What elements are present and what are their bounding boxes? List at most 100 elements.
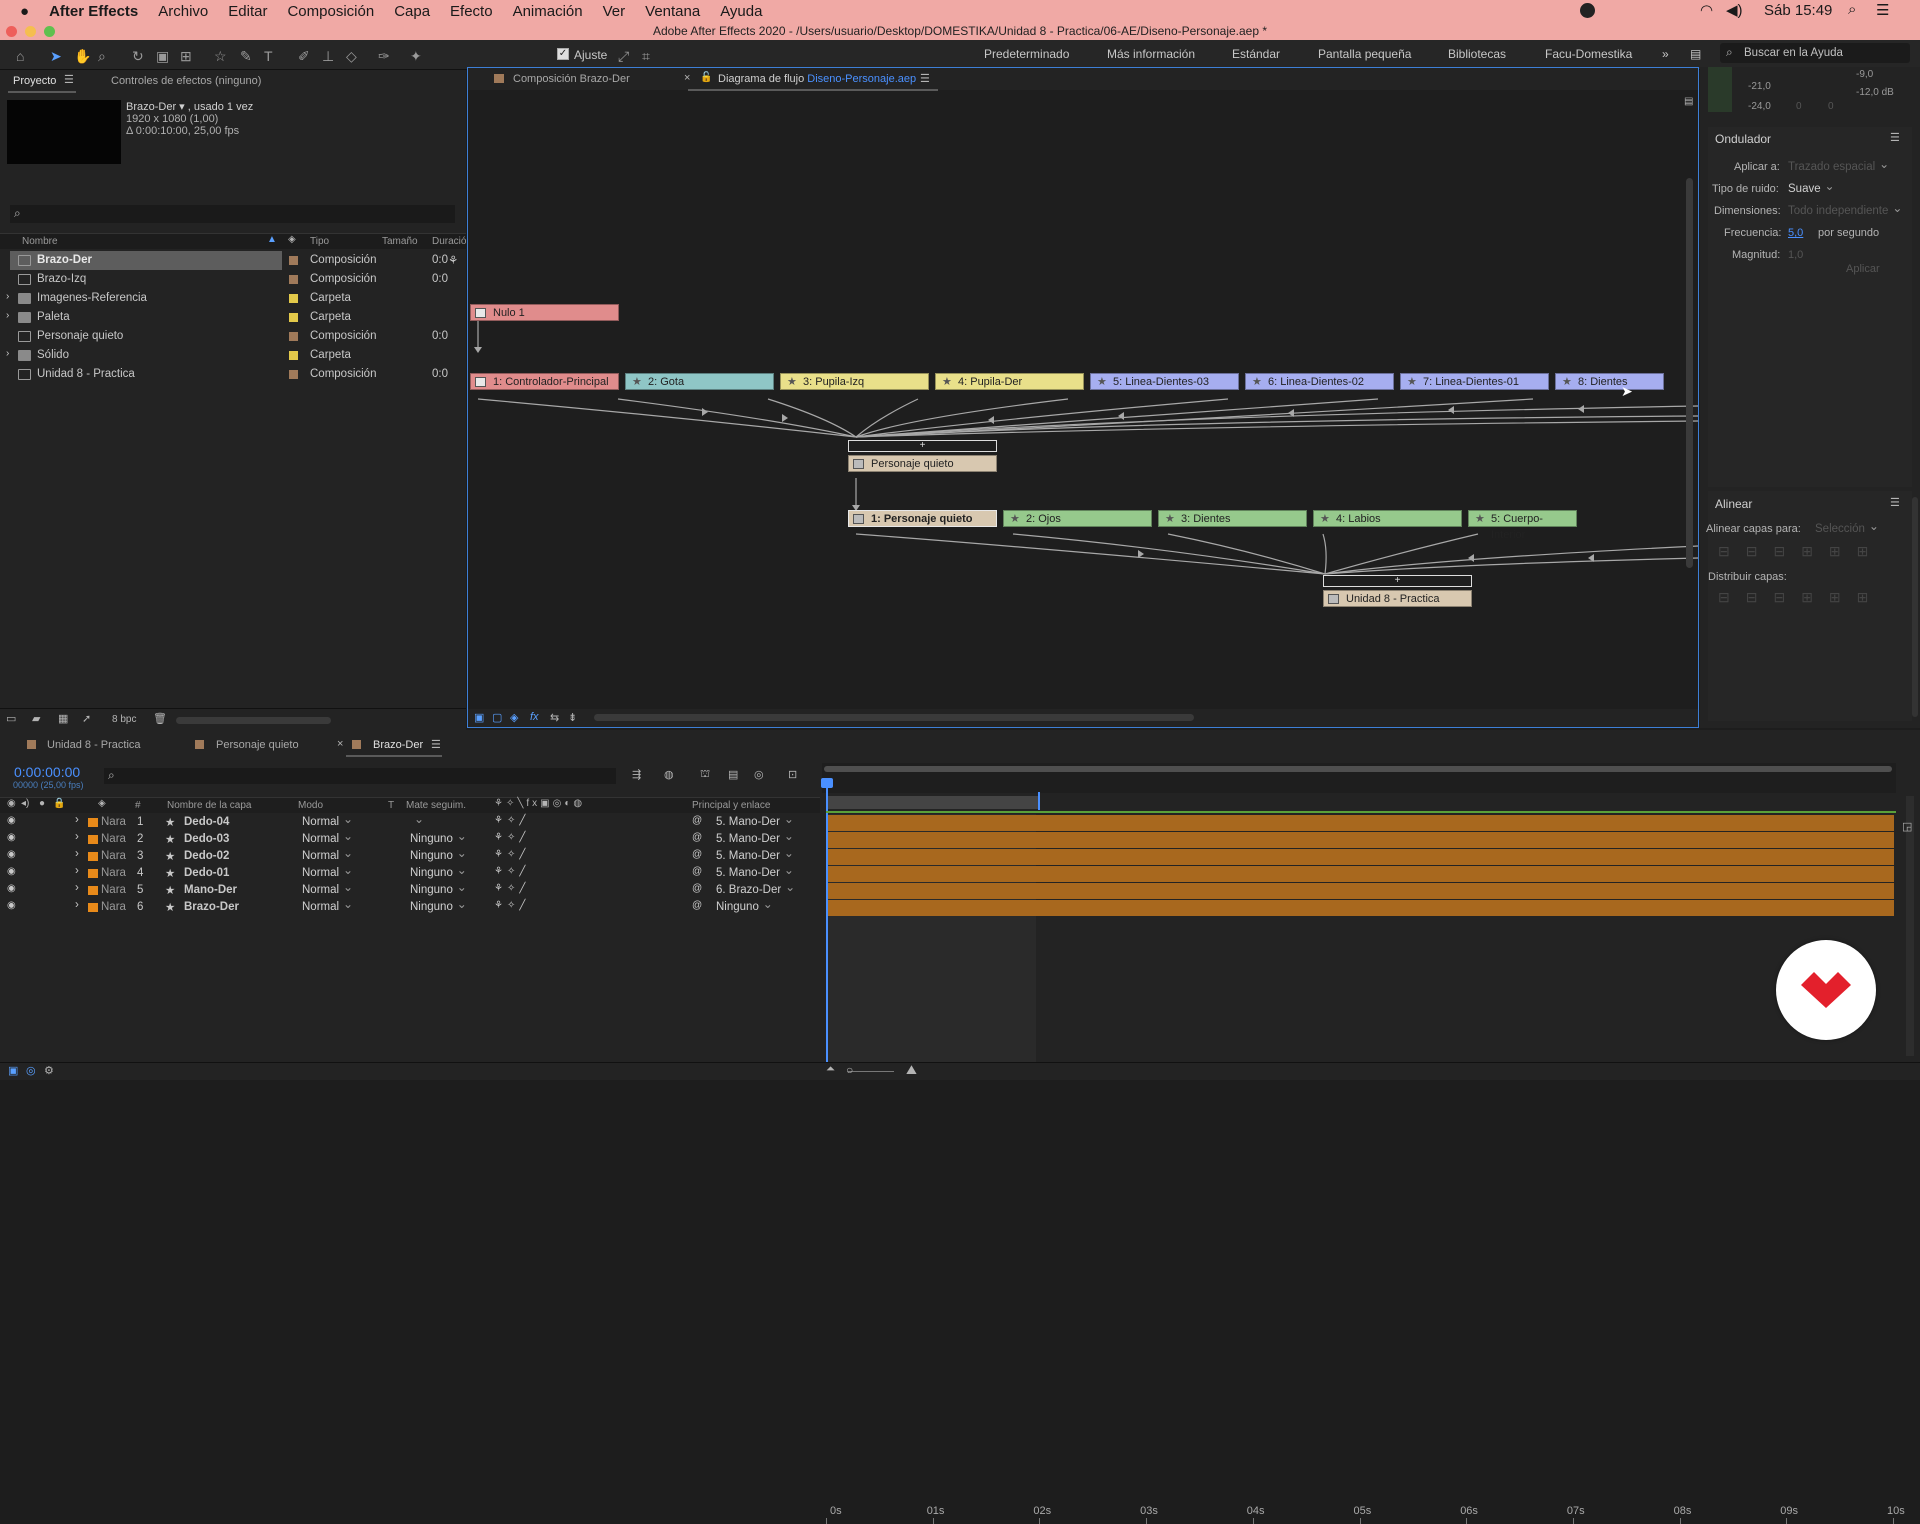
home-icon[interactable]: ⌂	[16, 48, 24, 64]
label-color-swatch[interactable]	[88, 852, 98, 861]
brush-tool-icon[interactable]: ✐	[298, 48, 310, 65]
expand-arrow-icon[interactable]: ›	[6, 291, 9, 302]
matte-dropdown[interactable]: Ninguno	[410, 880, 467, 896]
noise-type-dropdown[interactable]: Suave	[1788, 179, 1834, 195]
graph-editor-icon[interactable]: ⊡	[788, 768, 797, 781]
flow-effects-icon[interactable]: fx	[530, 711, 539, 723]
column-size[interactable]: Tamaño	[382, 236, 418, 247]
flow-node-layer[interactable]: 1: Controlador-Principal	[470, 373, 619, 390]
layer-name[interactable]: Brazo-Der	[184, 901, 239, 913]
flowchart-node-icon[interactable]: ⚘	[448, 253, 458, 267]
align-buttons[interactable]: ⊟⊟⊟⊞⊞⊞	[1718, 543, 1884, 560]
workspace-bibliotecas[interactable]: Bibliotecas	[1448, 47, 1506, 61]
new-folder-icon[interactable]: ▰	[32, 712, 40, 725]
column-duration[interactable]: Duració	[432, 236, 466, 247]
column-name[interactable]: Nombre	[22, 236, 58, 247]
apply-button[interactable]: Aplicar	[1846, 263, 1880, 275]
project-item[interactable]: Unidad 8 - Practica Composición 0:0	[10, 365, 465, 384]
eye-icon[interactable]: ◉	[7, 900, 16, 911]
flow-direction-icon[interactable]: ⇆	[550, 711, 559, 724]
help-search[interactable]: ⌕ Buscar en la Ayuda	[1720, 43, 1910, 63]
expand-arrow-icon[interactable]: ›	[75, 814, 79, 826]
layer-row[interactable]: ◉ › Nara 2 ★ Dedo-03 Normal Ninguno ⚘✧╱ @5. Mano-…	[0, 829, 820, 848]
snap-checkbox[interactable]: ✓	[557, 48, 569, 60]
project-item[interactable]: Brazo-Der Composición 0:0 ⚘	[10, 251, 458, 270]
layer-label[interactable]: Nara	[101, 833, 126, 845]
record-icon[interactable]	[1580, 3, 1595, 18]
flow-footage-icon[interactable]: ◈	[510, 711, 518, 724]
hand-tool-icon[interactable]: ✋	[74, 48, 91, 65]
zoom-window-button[interactable]	[44, 26, 55, 37]
apple-icon[interactable]: ●	[20, 3, 29, 20]
playhead-handle[interactable]	[821, 778, 833, 788]
draft-3d-icon[interactable]: ◍	[664, 768, 674, 781]
layer-duration-bar[interactable]	[828, 849, 1894, 865]
pickwhip-icon[interactable]: @	[692, 832, 702, 843]
workspace-facu-domestika[interactable]: Facu-Domestika	[1545, 47, 1632, 61]
expand-arrow-icon[interactable]: ›	[75, 899, 79, 911]
layer-switches[interactable]: ⚘✧╱	[494, 900, 529, 911]
flow-node-layer[interactable]: ★ 2: Gota	[625, 373, 774, 390]
flow-node-comp-unidad-8[interactable]: Unidad 8 - Practica	[1323, 590, 1472, 607]
frequency-input[interactable]: 5,0	[1788, 227, 1803, 239]
flow-cleanup-icon[interactable]: ⇟	[568, 711, 577, 724]
label-color-swatch[interactable]	[289, 275, 298, 284]
flow-node-layer[interactable]: ★ 4: Pupila-Der	[935, 373, 1084, 390]
type-tool-icon[interactable]: T	[264, 48, 273, 64]
flow-node-layer[interactable]: ★ 6: Linea-Dientes-02	[1245, 373, 1394, 390]
menu-ayuda[interactable]: Ayuda	[720, 3, 762, 20]
mode-dropdown[interactable]: Normal	[302, 846, 353, 862]
project-item[interactable]: Brazo-Izq Composición 0:0	[10, 270, 465, 289]
eraser-tool-icon[interactable]: ◇	[346, 48, 357, 65]
interpret-footage-icon[interactable]: ▭	[6, 712, 16, 725]
expand-arrow-icon[interactable]: ›	[6, 348, 9, 359]
rotate-tool-icon[interactable]: ↻	[132, 48, 144, 65]
label-color-swatch[interactable]	[289, 351, 298, 360]
pickwhip-icon[interactable]: @	[692, 866, 702, 877]
tab-project[interactable]: Proyecto	[13, 75, 56, 87]
clone-tool-icon[interactable]: ⊥	[322, 48, 334, 65]
expand-arrow-icon[interactable]: ›	[75, 831, 79, 843]
layer-name[interactable]: Dedo-03	[184, 833, 229, 845]
dimensions-dropdown[interactable]: Todo independiente	[1788, 201, 1903, 217]
puppet-tool-icon[interactable]: ✦	[410, 48, 422, 65]
eye-icon[interactable]: ◉	[7, 815, 16, 826]
menu-editar[interactable]: Editar	[228, 3, 267, 20]
control-center-icon[interactable]: ☰	[1876, 1, 1889, 19]
shape-tool-icon[interactable]: ☆	[214, 48, 227, 65]
flow-node-comp-personaje-quieto[interactable]: Personaje quieto	[848, 455, 997, 472]
layer-duration-bar[interactable]	[828, 900, 1894, 916]
distribute-buttons[interactable]: ⊟⊟⊟⊞⊞⊞	[1718, 589, 1884, 606]
layer-name[interactable]: Dedo-02	[184, 850, 229, 862]
panel-menu-icon[interactable]: ☰	[1890, 131, 1900, 144]
label-color-swatch[interactable]	[289, 332, 298, 341]
layer-row[interactable]: ◉ › Nara 5 ★ Mano-Der Normal Ninguno ⚘✧╱ @6. Braz…	[0, 880, 820, 899]
layer-row[interactable]: ◉ › Nara 4 ★ Dedo-01 Normal Ninguno ⚘✧╱ @5. Mano-…	[0, 863, 820, 882]
label-color-swatch[interactable]	[289, 370, 298, 379]
parent-dropdown[interactable]: 5. Mano-Der	[716, 863, 794, 879]
menu-composicion[interactable]: Composición	[287, 3, 374, 20]
project-scrollbar[interactable]	[176, 717, 331, 724]
matte-dropdown[interactable]: Ninguno	[410, 897, 467, 913]
flow-node-layer[interactable]: 1: Personaje quieto	[848, 510, 997, 527]
tab-brazo-der[interactable]: Brazo-Der	[373, 739, 423, 751]
timeline-vscroll[interactable]	[1906, 796, 1914, 1056]
flow-node-layer[interactable]: ★ 3: Dientes	[1158, 510, 1307, 527]
motion-blur-icon[interactable]: ◎	[754, 768, 764, 781]
tab-effect-controls[interactable]: Controles de efectos (ninguno)	[111, 75, 261, 87]
wifi-icon[interactable]: ◠	[1700, 1, 1713, 19]
mode-dropdown[interactable]: Normal	[302, 880, 353, 896]
volume-icon[interactable]: ◀)	[1726, 1, 1743, 19]
matte-dropdown[interactable]: Ninguno	[410, 863, 467, 879]
zoom-slider[interactable]	[848, 1071, 894, 1072]
work-area-range[interactable]	[826, 796, 1040, 809]
expand-arrow-icon[interactable]: ›	[75, 865, 79, 877]
layer-duration-bar[interactable]	[828, 883, 1894, 899]
layer-row[interactable]: ◉ › Nara 6 ★ Brazo-Der Normal Ninguno ⚘✧╱ @ Ningun…	[0, 897, 820, 916]
flow-comps-icon[interactable]: ▢	[492, 711, 502, 724]
layer-label[interactable]: Nara	[101, 884, 126, 896]
pickwhip-icon[interactable]: @	[692, 883, 702, 894]
tab-unidad-8[interactable]: Unidad 8 - Practica	[47, 739, 141, 751]
menu-ver[interactable]: Ver	[603, 3, 626, 20]
workspace-mas-informacion[interactable]: Más información	[1107, 47, 1195, 61]
